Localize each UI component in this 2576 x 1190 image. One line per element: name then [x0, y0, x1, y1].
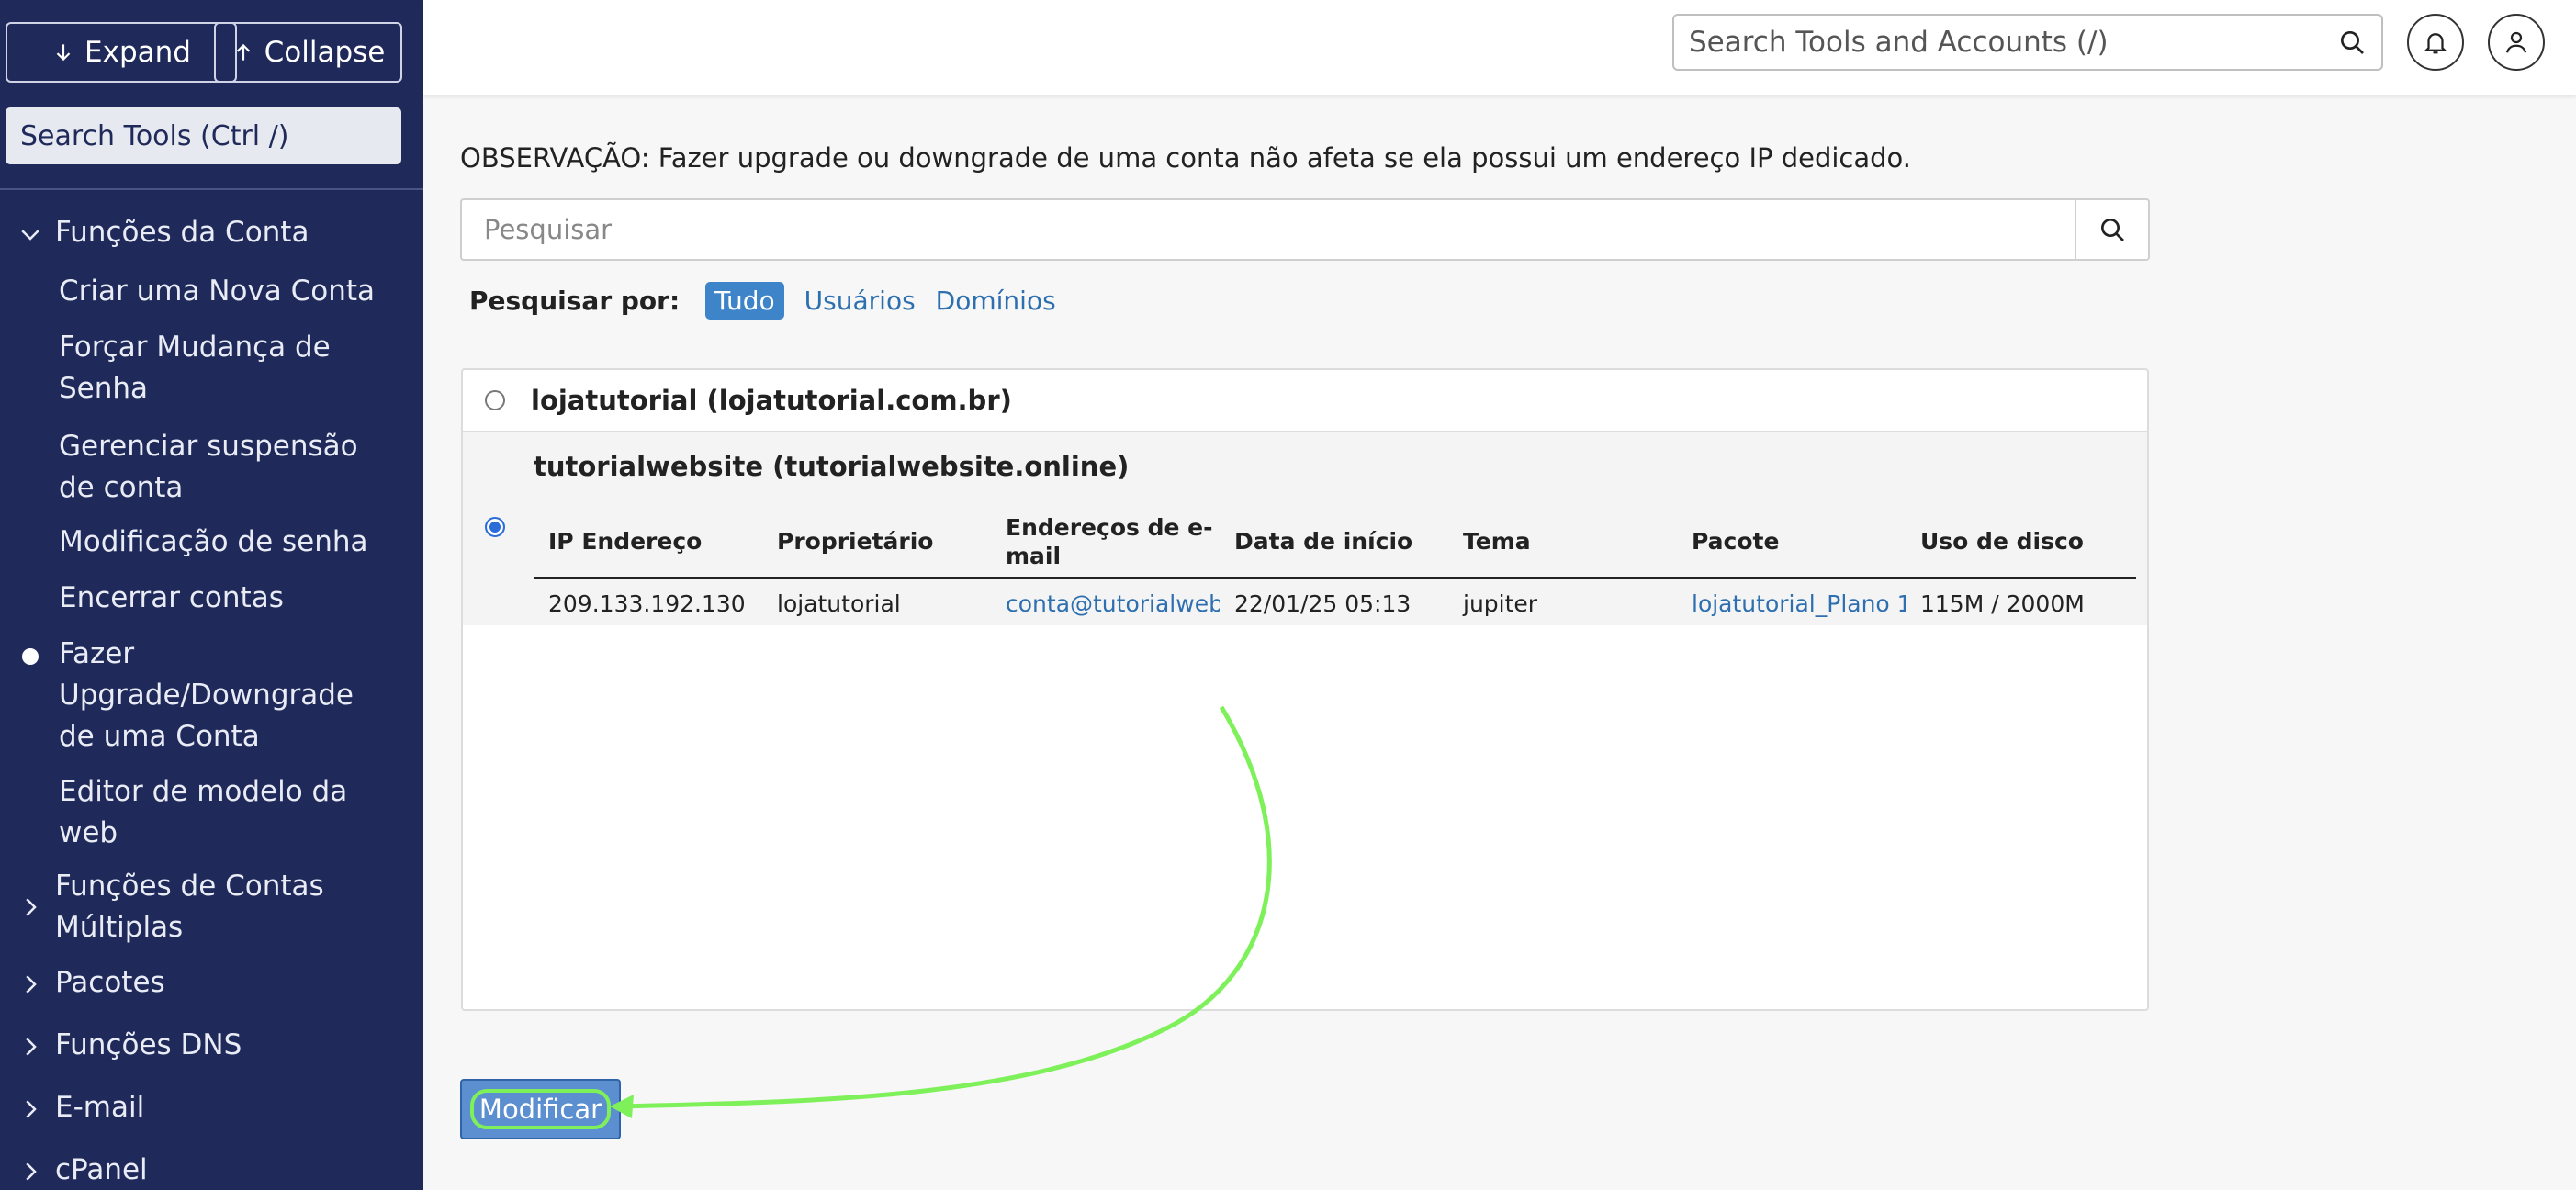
cell-disk-usage: 115M / 2000M [1920, 589, 2085, 617]
account-search: Pesquisar [460, 198, 2150, 261]
sidebar-group-label: Funções DNS [55, 1028, 242, 1061]
search-icon [2101, 219, 2124, 241]
modify-button[interactable]: Modificar [460, 1079, 621, 1139]
collapse-label: Collapse [264, 36, 386, 69]
collapse-button[interactable]: Collapse [214, 22, 402, 83]
sidebar-group-multi-account[interactable]: Funções de Contas Múltiplas [0, 866, 423, 949]
notifications-button[interactable] [2407, 14, 2464, 71]
sidebar-group-packages[interactable]: Pacotes [0, 962, 423, 1004]
expand-button[interactable]: Expand [6, 22, 237, 83]
sidebar-search-label: Search Tools (Ctrl /) [20, 119, 289, 152]
account-radio[interactable] [485, 390, 505, 410]
sidebar-item-force-password[interactable]: Forçar Mudança de Senha [59, 327, 380, 410]
chevron-right-icon [26, 975, 37, 994]
modify-label: Modificar [469, 1089, 612, 1129]
table-row: 209.133.192.130 lojatutorial conta@tutor… [534, 579, 2136, 627]
sidebar-item-web-template[interactable]: Editor de modelo da web [59, 771, 380, 854]
user-icon [2505, 31, 2527, 53]
col-theme: Tema [1463, 528, 1531, 555]
sidebar-group-cpanel[interactable]: cPanel [0, 1150, 423, 1190]
search-icon[interactable] [2337, 28, 2367, 57]
chevron-down-icon [21, 230, 39, 241]
sidebar-group-label: E-mail [55, 1091, 145, 1124]
account-details-table: IP Endereço Proprietário Endereços de e-… [534, 506, 2136, 627]
sidebar-item-suspension[interactable]: Gerenciar suspensão de conta [59, 426, 380, 509]
cell-ip: 209.133.192.130 [548, 589, 746, 617]
filter-all[interactable]: Tudo [705, 281, 784, 320]
col-email: Endereços de e-mail [1006, 513, 1213, 569]
global-search-placeholder: Search Tools and Accounts (/) [1689, 26, 2109, 59]
chevron-right-icon [26, 1100, 37, 1118]
arrow-down-icon [56, 44, 71, 62]
sidebar-group-label: Funções de Contas Múltiplas [55, 870, 324, 944]
col-owner: Proprietário [777, 528, 934, 555]
table-header: IP Endereço Proprietário Endereços de e-… [534, 506, 2136, 579]
col-disk-usage: Uso de disco [1920, 528, 2084, 555]
sidebar-group-account-functions[interactable]: Funções da Conta [0, 212, 423, 253]
account-search-button[interactable] [2075, 200, 2148, 259]
observation-note: OBSERVAÇÃO: Fazer upgrade ou downgrade d… [460, 142, 1912, 174]
chevron-right-icon [26, 1162, 37, 1181]
account-list-panel: lojatutorial (lojatutorial.com.br) tutor… [461, 368, 2149, 1011]
user-menu-button[interactable] [2488, 14, 2545, 71]
account-row[interactable]: lojatutorial (lojatutorial.com.br) [463, 370, 2147, 432]
sidebar-search-input[interactable]: Search Tools (Ctrl /) [6, 107, 401, 164]
cell-package-link[interactable]: lojatutorial_Plano 1G [1677, 590, 1906, 617]
sidebar-group-label: cPanel [55, 1153, 148, 1186]
filter-users[interactable]: Usuários [804, 286, 916, 316]
sidebar-item-create-account[interactable]: Criar uma Nova Conta [59, 271, 380, 312]
sidebar-divider [0, 188, 423, 190]
account-title: lojatutorial (lojatutorial.com.br) [531, 385, 1012, 416]
search-by-filters: Pesquisar por: Tudo Usuários Domínios [469, 279, 1056, 321]
col-ip: IP Endereço [548, 528, 703, 555]
top-header: Search Tools and Accounts (/) [423, 0, 2576, 95]
account-title: tutorialwebsite (tutorialwebsite.online) [534, 451, 1130, 482]
sidebar-group-email[interactable]: E-mail [0, 1087, 423, 1128]
account-row-selected[interactable]: tutorialwebsite (tutorialwebsite.online)… [463, 432, 2147, 625]
global-search-input[interactable]: Search Tools and Accounts (/) [1672, 14, 2383, 71]
sidebar: Expand Collapse Search Tools (Ctrl /) Fu… [0, 0, 423, 1190]
expand-label: Expand [84, 36, 191, 69]
arrow-up-icon [236, 43, 250, 61]
cell-email-link[interactable]: conta@tutorialwebsite.online [991, 590, 1220, 617]
filter-domains[interactable]: Domínios [936, 286, 1056, 316]
col-start-date: Data de início [1234, 528, 1413, 555]
chevron-right-icon [26, 898, 37, 916]
account-radio-selected[interactable] [485, 517, 505, 537]
sidebar-group-label: Pacotes [55, 966, 165, 999]
cell-start-date: 22/01/25 05:13 [1234, 589, 1412, 617]
sidebar-group-label: Funções da Conta [55, 216, 309, 249]
sidebar-item-upgrade-downgrade[interactable]: Fazer Upgrade/Downgrade de uma Conta [22, 634, 380, 758]
cell-owner: lojatutorial [777, 589, 901, 617]
sidebar-item-password-modify[interactable]: Modificação de senha [59, 522, 380, 563]
cell-theme: jupiter [1463, 589, 1538, 617]
filter-label: Pesquisar por: [469, 285, 681, 316]
col-package: Pacote [1692, 528, 1780, 555]
bell-icon [2424, 33, 2447, 54]
sidebar-item-terminate[interactable]: Encerrar contas [59, 578, 380, 619]
sidebar-group-dns[interactable]: Funções DNS [0, 1025, 423, 1066]
chevron-right-icon [26, 1038, 37, 1056]
account-search-input[interactable]: Pesquisar [462, 200, 2075, 259]
